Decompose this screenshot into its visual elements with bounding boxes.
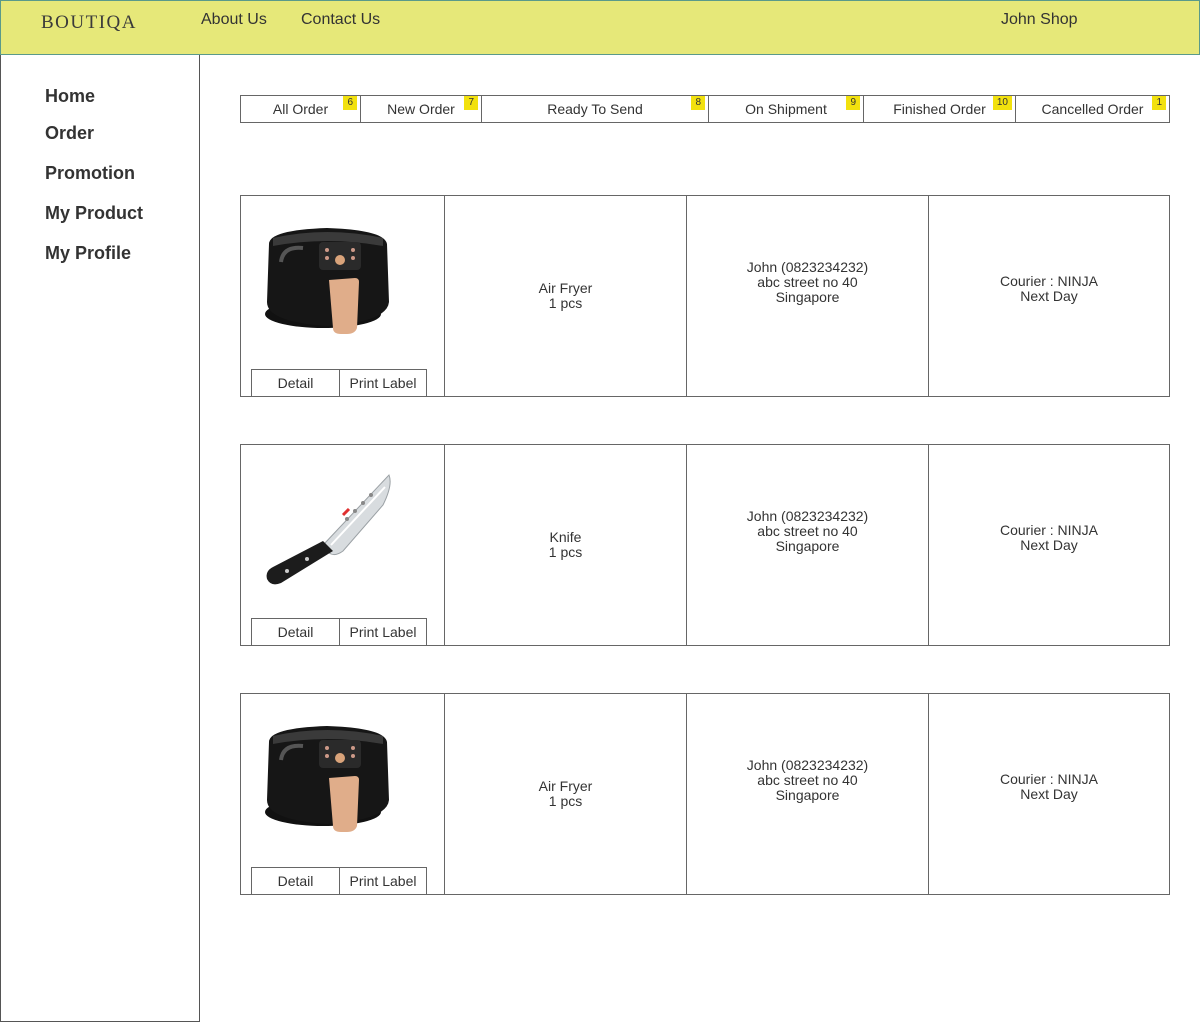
- courier-info: Courier : NINJA Next Day: [929, 445, 1169, 645]
- sidebar-item-promotion[interactable]: Promotion: [45, 163, 135, 184]
- product-info: Air Fryer 1 pcs: [445, 196, 687, 396]
- product-image-cell: Detail Print Label: [241, 445, 445, 646]
- address-street: abc street no 40: [757, 523, 858, 539]
- product-name: Air Fryer: [538, 778, 593, 794]
- product-name: Knife: [549, 529, 582, 545]
- tab-label: On Shipment: [745, 101, 827, 117]
- tab-label: Finished Order: [893, 101, 986, 117]
- order-card: Detail Print Label Knife 1 pcs John (082…: [240, 444, 1170, 646]
- sidebar-item-home[interactable]: Home: [45, 86, 95, 107]
- product-quantity: 1 pcs: [548, 295, 583, 311]
- tab-on-shipment[interactable]: On Shipment 9: [709, 96, 864, 122]
- print-label-button[interactable]: Print Label: [339, 619, 426, 645]
- address-street: abc street no 40: [757, 274, 858, 290]
- air-fryer-image: [265, 228, 389, 334]
- courier-name: Courier : NINJA: [999, 273, 1099, 289]
- tab-all-order[interactable]: All Order 6: [241, 96, 361, 122]
- courier-info: Courier : NINJA Next Day: [929, 694, 1169, 894]
- address-city: Singapore: [775, 289, 840, 305]
- shipping-address: John (0823234232) abc street no 40 Singa…: [687, 196, 929, 396]
- product-image-cell: Detail Print Label: [241, 196, 445, 397]
- customer-contact: John (0823234232): [746, 757, 869, 773]
- sidebar-item-my-profile[interactable]: My Profile: [45, 243, 131, 264]
- sidebar-item-order[interactable]: Order: [45, 123, 94, 144]
- brand-logo[interactable]: BOUTIQA: [41, 12, 137, 34]
- order-actions: Detail Print Label: [251, 618, 427, 646]
- product-image-cell: Detail Print Label: [241, 694, 445, 895]
- product-name: Air Fryer: [538, 280, 593, 296]
- courier-service: Next Day: [1020, 288, 1078, 304]
- product-info: Knife 1 pcs: [445, 445, 687, 645]
- count-badge: 9: [846, 96, 860, 110]
- count-badge: 10: [992, 96, 1012, 110]
- count-badge: 1: [1152, 96, 1166, 110]
- address-city: Singapore: [775, 538, 840, 554]
- address-street: abc street no 40: [757, 772, 858, 788]
- tab-cancelled-order[interactable]: Cancelled Order 1: [1016, 96, 1169, 122]
- print-label-button[interactable]: Print Label: [339, 868, 426, 894]
- nav-contact-us[interactable]: Contact Us: [301, 11, 380, 29]
- order-actions: Detail Print Label: [251, 369, 427, 397]
- order-card: Detail Print Label Air Fryer 1 pcs John …: [240, 693, 1170, 895]
- air-fryer-image: [265, 726, 389, 832]
- shipping-address: John (0823234232) abc street no 40 Singa…: [687, 694, 929, 894]
- tab-finished-order[interactable]: Finished Order 10: [864, 96, 1016, 122]
- tab-ready-to-send[interactable]: Ready To Send 8: [482, 96, 709, 122]
- courier-name: Courier : NINJA: [999, 522, 1099, 538]
- detail-button[interactable]: Detail: [252, 868, 339, 894]
- courier-info: Courier : NINJA Next Day: [929, 196, 1169, 396]
- count-badge: 8: [691, 96, 705, 110]
- count-badge: 6: [343, 96, 357, 110]
- courier-service: Next Day: [1020, 537, 1078, 553]
- knife-image: [266, 474, 391, 585]
- sidebar-item-my-product[interactable]: My Product: [45, 203, 143, 224]
- order-card: Detail Print Label Air Fryer 1 pcs John …: [240, 195, 1170, 397]
- customer-contact: John (0823234232): [746, 508, 869, 524]
- sidebar: Home Order Promotion My Product My Profi…: [0, 55, 200, 1022]
- nav-about-us[interactable]: About Us: [201, 11, 267, 29]
- detail-button[interactable]: Detail: [252, 370, 339, 396]
- product-info: Air Fryer 1 pcs: [445, 694, 687, 894]
- tab-label: Ready To Send: [547, 101, 643, 117]
- courier-name: Courier : NINJA: [999, 771, 1099, 787]
- address-city: Singapore: [775, 787, 840, 803]
- tab-label: Cancelled Order: [1041, 101, 1144, 117]
- tab-new-order[interactable]: New Order 7: [361, 96, 482, 122]
- shipping-address: John (0823234232) abc street no 40 Singa…: [687, 445, 929, 645]
- detail-button[interactable]: Detail: [252, 619, 339, 645]
- courier-service: Next Day: [1020, 786, 1078, 802]
- customer-contact: John (0823234232): [746, 259, 869, 275]
- tab-label: All Order: [272, 101, 329, 117]
- order-status-tabs: All Order 6 New Order 7 Ready To Send 8 …: [240, 95, 1170, 123]
- print-label-button[interactable]: Print Label: [339, 370, 426, 396]
- tab-label: New Order: [387, 101, 455, 117]
- product-quantity: 1 pcs: [548, 544, 583, 560]
- product-quantity: 1 pcs: [548, 793, 583, 809]
- order-actions: Detail Print Label: [251, 867, 427, 895]
- shop-name[interactable]: John Shop: [1001, 11, 1078, 29]
- top-header: BOUTIQA About Us Contact Us John Shop: [0, 0, 1200, 55]
- count-badge: 7: [464, 96, 478, 110]
